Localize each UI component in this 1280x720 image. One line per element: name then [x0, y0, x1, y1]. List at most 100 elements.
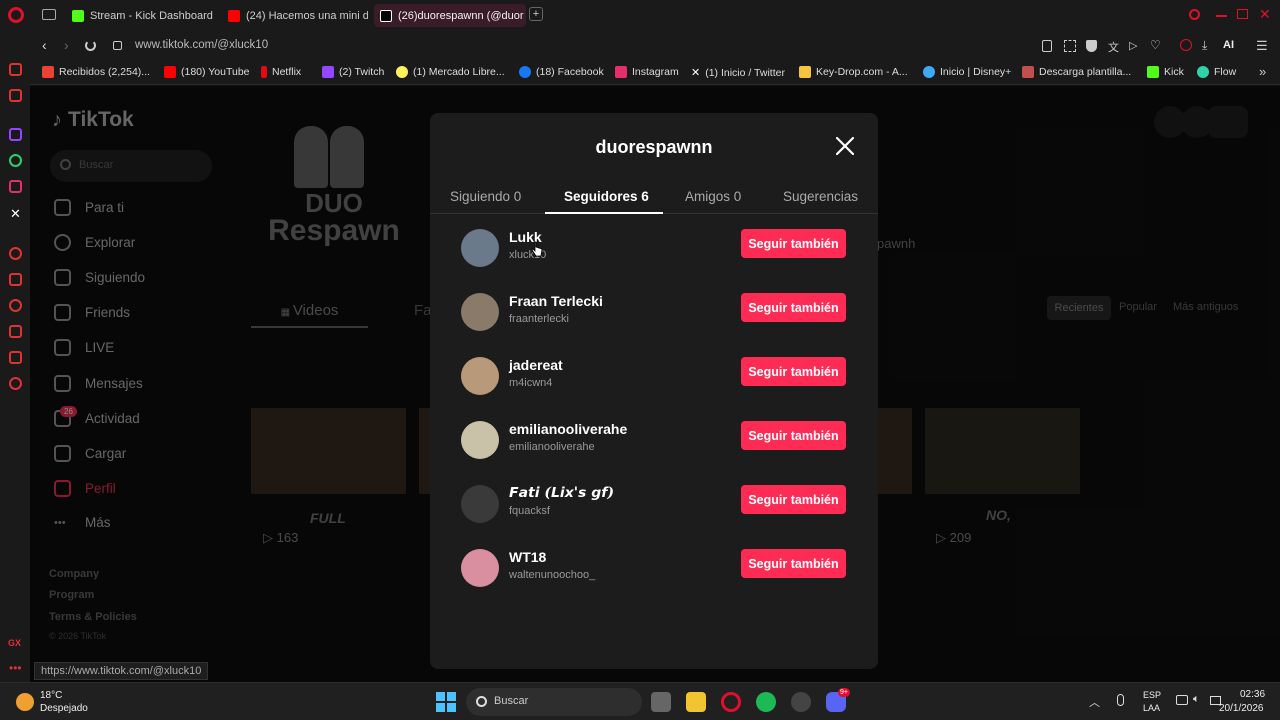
follower-handle[interactable]: waltenunoochoo_ [509, 569, 595, 581]
new-tab-button[interactable]: + [529, 7, 543, 21]
follow-back-button[interactable]: Seguir también [741, 485, 846, 514]
follow-back-button[interactable]: Seguir también [741, 357, 846, 386]
sidebar-news-icon[interactable] [9, 63, 22, 76]
avatar[interactable] [461, 485, 499, 523]
back-icon[interactable]: ‹ [42, 37, 47, 53]
reload-icon[interactable] [85, 40, 96, 51]
bookmark-plantilla[interactable]: Descarga plantilla... [1022, 66, 1131, 78]
bookmark-instagram[interactable]: Instagram [615, 66, 679, 78]
sidebar-gx-icon[interactable]: GX [8, 638, 21, 648]
bookmark-twitter[interactable]: ✕ (1) Inicio / Twitter [691, 66, 785, 80]
follower-handle[interactable]: fquacksf [509, 505, 550, 517]
clock-date[interactable]: 20/1/2026 [1219, 703, 1264, 714]
follower-handle[interactable]: emilianooliverahe [509, 441, 595, 453]
close-window-icon[interactable]: ✕ [1259, 6, 1271, 23]
translate-icon[interactable]: 文 [1108, 39, 1119, 55]
follower-row[interactable]: 𝙁𝙖𝙩𝙞 (𝙇𝙞𝙭'𝙨 𝙜𝙛) fquacksf Seguir también [461, 485, 847, 525]
windows-start-icon[interactable] [436, 692, 456, 712]
forward-icon[interactable]: › [64, 37, 69, 53]
bookmark-facebook[interactable]: (18) Facebook [519, 66, 604, 78]
tab-sugerencias[interactable]: Sugerencias [783, 189, 858, 204]
opera-gx-taskbar-icon[interactable] [721, 692, 741, 712]
steam-icon[interactable] [791, 692, 811, 712]
bookmark-twitch[interactable]: (2) Twitch [322, 66, 384, 78]
opera-logo-icon[interactable] [8, 7, 24, 23]
sidebar-history-icon[interactable] [9, 299, 22, 312]
follower-row[interactable]: emilianooliverahe emilianooliverahe Segu… [461, 421, 847, 461]
sidebar-more-icon[interactable]: ••• [9, 661, 22, 675]
close-icon[interactable] [836, 137, 854, 155]
tray-chevron-icon[interactable]: ︿ [1089, 694, 1100, 710]
search-tabs-icon[interactable] [1189, 9, 1200, 20]
taskbar-search-input[interactable]: Buscar [466, 688, 642, 716]
snapshot-icon[interactable] [1064, 40, 1076, 52]
maximize-icon[interactable] [1237, 9, 1248, 19]
bookmark-flow[interactable]: Flow [1197, 66, 1236, 78]
tab-tiktok-active[interactable]: (26)duorespawnn (@duor [374, 4, 526, 27]
avatar[interactable] [461, 229, 499, 267]
avatar[interactable] [461, 293, 499, 331]
tab-workspace-icon[interactable] [42, 9, 56, 20]
follower-name[interactable]: jadereat [509, 357, 563, 373]
sidebar-extensions-icon[interactable] [9, 351, 22, 364]
tab-siguiendo[interactable]: Siguiendo 0 [450, 189, 521, 204]
tab-seguidores[interactable]: Seguidores 6 [564, 189, 649, 204]
adblock-icon[interactable] [1086, 40, 1097, 52]
follower-handle[interactable]: m4icwn4 [509, 377, 552, 389]
pin-icon[interactable] [1042, 40, 1052, 52]
minimize-icon[interactable] [1216, 15, 1227, 17]
sidebar-x-icon[interactable]: ✕ [10, 206, 21, 222]
follow-back-button[interactable]: Seguir también [741, 549, 846, 578]
sidebar-instagram-icon[interactable] [9, 180, 22, 193]
sidebar-m-icon[interactable] [9, 89, 22, 102]
follower-row[interactable]: jadereat m4icwn4 Seguir también [461, 357, 847, 397]
follower-name[interactable]: 𝙁𝙖𝙩𝙞 (𝙇𝙞𝙭'𝙨 𝙜𝙛) [509, 485, 614, 501]
bookmark-kick[interactable]: Kick [1147, 66, 1184, 78]
follower-name[interactable]: emilianooliverahe [509, 421, 627, 437]
heart-icon[interactable]: ♡ [1150, 38, 1161, 52]
bookmark-mercadolibre[interactable]: (1) Mercado Libre... [396, 66, 505, 78]
avatar[interactable] [461, 357, 499, 395]
sidebar-whatsapp-icon[interactable] [9, 154, 22, 167]
weather-widget[interactable]: 18°C Despejado [14, 687, 134, 717]
bookmark-gmail[interactable]: Recibidos (2,254)... [42, 66, 150, 78]
follower-name[interactable]: Fraan Terlecki [509, 293, 603, 309]
avatar[interactable] [461, 421, 499, 459]
follower-name[interactable]: WT18 [509, 549, 546, 565]
lock-icon[interactable] [113, 41, 122, 50]
tab-kick-dashboard[interactable]: Stream - Kick Dashboard [66, 4, 218, 27]
send-icon[interactable]: ▷ [1129, 39, 1137, 52]
avatar[interactable] [461, 549, 499, 587]
language-bottom[interactable]: LAA [1143, 703, 1160, 713]
follow-back-button[interactable]: Seguir también [741, 421, 846, 450]
follower-row[interactable]: WT18 waltenunoochoo_ Seguir también [461, 549, 847, 589]
file-explorer-icon[interactable] [686, 692, 706, 712]
menu-icon[interactable]: ☰ [1256, 38, 1268, 54]
sidebar-pin-icon[interactable] [9, 273, 22, 286]
bookmark-keydrop[interactable]: Key-Drop.com - A... [799, 66, 908, 78]
follow-back-button[interactable]: Seguir también [741, 293, 846, 322]
sidebar-settings-icon[interactable] [9, 377, 22, 390]
network-icon[interactable] [1176, 695, 1188, 705]
bookmark-netflix[interactable]: Netflix [261, 66, 301, 78]
ai-button[interactable]: AI [1223, 39, 1234, 51]
language-top[interactable]: ESP [1143, 690, 1161, 700]
bookmark-disney[interactable]: Inicio | Disney+ [923, 66, 1011, 78]
microphone-icon[interactable] [1117, 694, 1124, 706]
sidebar-play-icon[interactable] [9, 247, 22, 260]
tab-amigos[interactable]: Amigos 0 [685, 189, 741, 204]
bookmarks-overflow-icon[interactable]: » [1259, 64, 1266, 79]
url-field[interactable]: www.tiktok.com/@xluck10 [135, 39, 268, 51]
spotify-icon[interactable] [756, 692, 776, 712]
volume-icon[interactable]: 🔈︎ [1193, 693, 1200, 706]
profile-icon[interactable] [1180, 39, 1192, 51]
downloads-icon[interactable]: ⤓ [1202, 38, 1207, 53]
bookmark-youtube[interactable]: (180) YouTube [164, 66, 250, 78]
sidebar-download-icon[interactable] [9, 325, 22, 338]
clock-time[interactable]: 02:36 [1240, 689, 1265, 700]
tab-youtube[interactable]: (24) Hacemos una mini du [222, 4, 368, 27]
sidebar-twitch-icon[interactable] [9, 128, 22, 141]
follower-row[interactable]: Fraan Terlecki fraanterlecki Seguir tamb… [461, 293, 847, 333]
follower-handle[interactable]: fraanterlecki [509, 313, 569, 325]
follow-back-button[interactable]: Seguir también [741, 229, 846, 258]
